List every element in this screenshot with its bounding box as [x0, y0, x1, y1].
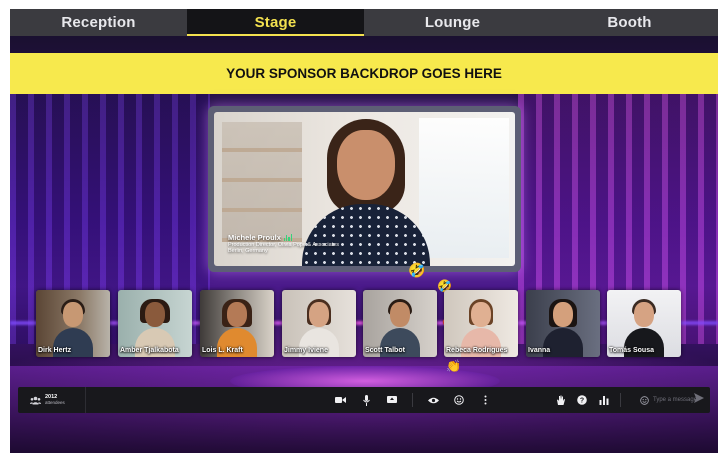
message-placeholder: Type a message [653, 397, 698, 403]
speaking-indicator-icon [283, 234, 292, 241]
attendee-head [634, 302, 654, 327]
background-window [419, 118, 509, 258]
speaker-name-tag: Michele Proulx Production Director, Oliv… [228, 233, 339, 254]
people-icon [30, 396, 41, 404]
emoji-icon[interactable] [453, 394, 465, 406]
camera-icon[interactable] [334, 394, 346, 406]
attendee-name: Amber Tjalkabota [120, 347, 179, 354]
attendee-head [227, 302, 247, 327]
attendee-name: Ivanna [528, 347, 551, 354]
attendee-head [390, 302, 410, 327]
attendee-count-label: attendees [45, 399, 65, 405]
speaker-location: Berlin, Germany [228, 248, 268, 254]
question-icon[interactable]: ? [576, 394, 588, 406]
attendee-name: Jimmy Iviene [284, 347, 328, 354]
attendee-tile[interactable]: Tomás Sousa [607, 290, 681, 357]
attendee-name: Rebeca Rodrigues [446, 347, 508, 354]
attendee-tile[interactable]: Jimmy Iviene [282, 290, 356, 357]
sponsor-backdrop-banner: YOUR SPONSOR BACKDROP GOES HERE [10, 53, 718, 94]
eye-icon[interactable] [427, 394, 439, 406]
attendee-head [63, 302, 83, 327]
svg-text:?: ? [580, 398, 584, 405]
attendee-name: Tomás Sousa [609, 347, 654, 354]
reaction-emoji: 🤣 [408, 262, 426, 278]
main-speaker-frame: Michele Proulx Production Director, Oliv… [208, 106, 521, 272]
tab-stage[interactable]: Stage [187, 9, 364, 36]
attendee-head [145, 302, 165, 327]
attendee-head [471, 302, 491, 327]
bottom-control-bar: 2012 attendees ? Type a message [18, 387, 710, 413]
message-input[interactable]: Type a message [640, 393, 702, 407]
top-navigation: Reception Stage Lounge Booth [10, 9, 718, 37]
control-separator [620, 393, 621, 407]
background-shelf [222, 122, 302, 242]
speaker-face [337, 130, 395, 200]
interaction-controls: ? [554, 387, 621, 413]
control-separator [412, 393, 413, 407]
attendee-count-text: 2012 attendees [45, 394, 65, 405]
speaker-name: Michele Proulx [228, 233, 281, 242]
attendee-tile[interactable]: Lois L. Kraft [200, 290, 274, 357]
mic-icon[interactable] [360, 394, 372, 406]
smiley-icon[interactable] [640, 395, 649, 405]
tab-lounge[interactable]: Lounge [364, 9, 541, 36]
attendee-head [553, 302, 573, 327]
attendee-tile[interactable]: Ivanna [526, 290, 600, 357]
speaker-name-row: Michele Proulx [228, 233, 339, 242]
media-controls [334, 387, 491, 413]
screen-share-icon[interactable] [386, 394, 398, 406]
attendee-name: Dirk Hertz [38, 347, 72, 354]
attendee-head [309, 302, 329, 327]
tab-reception[interactable]: Reception [10, 9, 187, 36]
attendee-tile[interactable]: Scott Talbot [363, 290, 437, 357]
attendee-tile[interactable]: Amber Tjalkabota [118, 290, 192, 357]
send-icon[interactable] [694, 393, 704, 406]
main-speaker-video[interactable]: Michele Proulx Production Director, Oliv… [214, 112, 515, 266]
tab-booth[interactable]: Booth [541, 9, 718, 36]
reaction-emoji: 👏 [446, 359, 461, 373]
more-icon[interactable] [479, 394, 491, 406]
poll-icon[interactable] [598, 394, 610, 406]
attendee-tile[interactable]: Dirk Hertz [36, 290, 110, 357]
raise-hand-icon[interactable] [554, 394, 566, 406]
attendee-tile[interactable]: Rebeca Rodrigues [444, 290, 518, 357]
virtual-event-stage: Reception Stage Lounge Booth YOUR SPONSO… [0, 0, 725, 453]
attendee-count[interactable]: 2012 attendees [18, 387, 86, 413]
attendee-name: Scott Talbot [365, 347, 405, 354]
attendee-name: Lois L. Kraft [202, 347, 243, 354]
